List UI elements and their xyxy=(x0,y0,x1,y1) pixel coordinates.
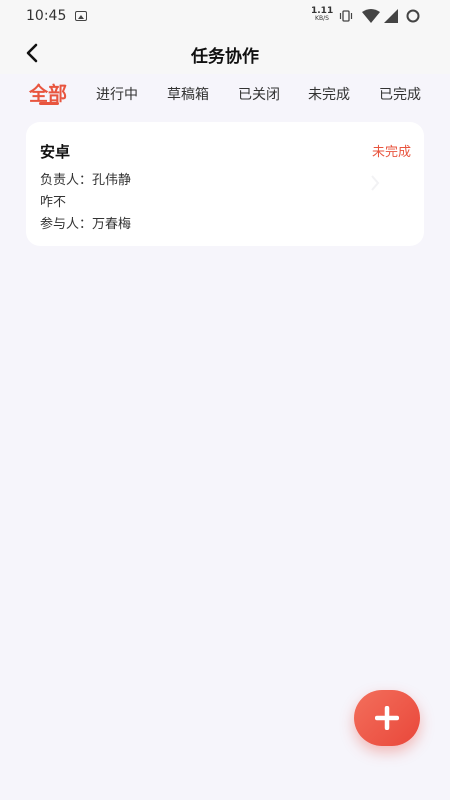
tab-in-progress[interactable]: 进行中 xyxy=(96,84,138,104)
task-title: 安卓 xyxy=(40,143,71,161)
vibrate-icon xyxy=(339,10,353,22)
chevron-right-icon xyxy=(371,175,380,191)
battery-icon xyxy=(406,9,420,23)
status-time: 10:45 xyxy=(26,8,67,24)
signal-icon xyxy=(384,9,398,23)
tab-unfinished[interactable]: 未完成 xyxy=(308,84,350,104)
tab-drafts[interactable]: 草稿箱 xyxy=(167,84,209,104)
page-title: 任务协作 xyxy=(191,47,259,67)
task-owner: 负责人：孔伟静 xyxy=(40,173,132,188)
network-speed-unit: KB/S xyxy=(315,15,329,22)
active-tab-indicator xyxy=(39,102,59,105)
task-participants: 参与人：万春梅 xyxy=(40,217,132,232)
add-task-button[interactable] xyxy=(354,690,420,746)
wifi-icon xyxy=(362,9,380,23)
network-speed: 1.11 KB/S xyxy=(311,7,333,22)
app-header: 任务协作 xyxy=(0,32,450,74)
task-description: 咋不 xyxy=(40,195,67,210)
plus-icon xyxy=(375,706,399,730)
tab-closed[interactable]: 已关闭 xyxy=(238,84,280,104)
tab-completed[interactable]: 已完成 xyxy=(379,84,421,104)
status-bar: 10:45 1.11 KB/S xyxy=(0,0,450,32)
task-card[interactable]: 安卓 未完成 负责人：孔伟静 咋不 参与人：万春梅 xyxy=(26,122,424,246)
status-badge: 未完成 xyxy=(371,145,411,160)
filter-tabs: 全部 进行中 草稿箱 已关闭 未完成 已完成 xyxy=(0,74,450,114)
photo-icon xyxy=(75,11,87,21)
